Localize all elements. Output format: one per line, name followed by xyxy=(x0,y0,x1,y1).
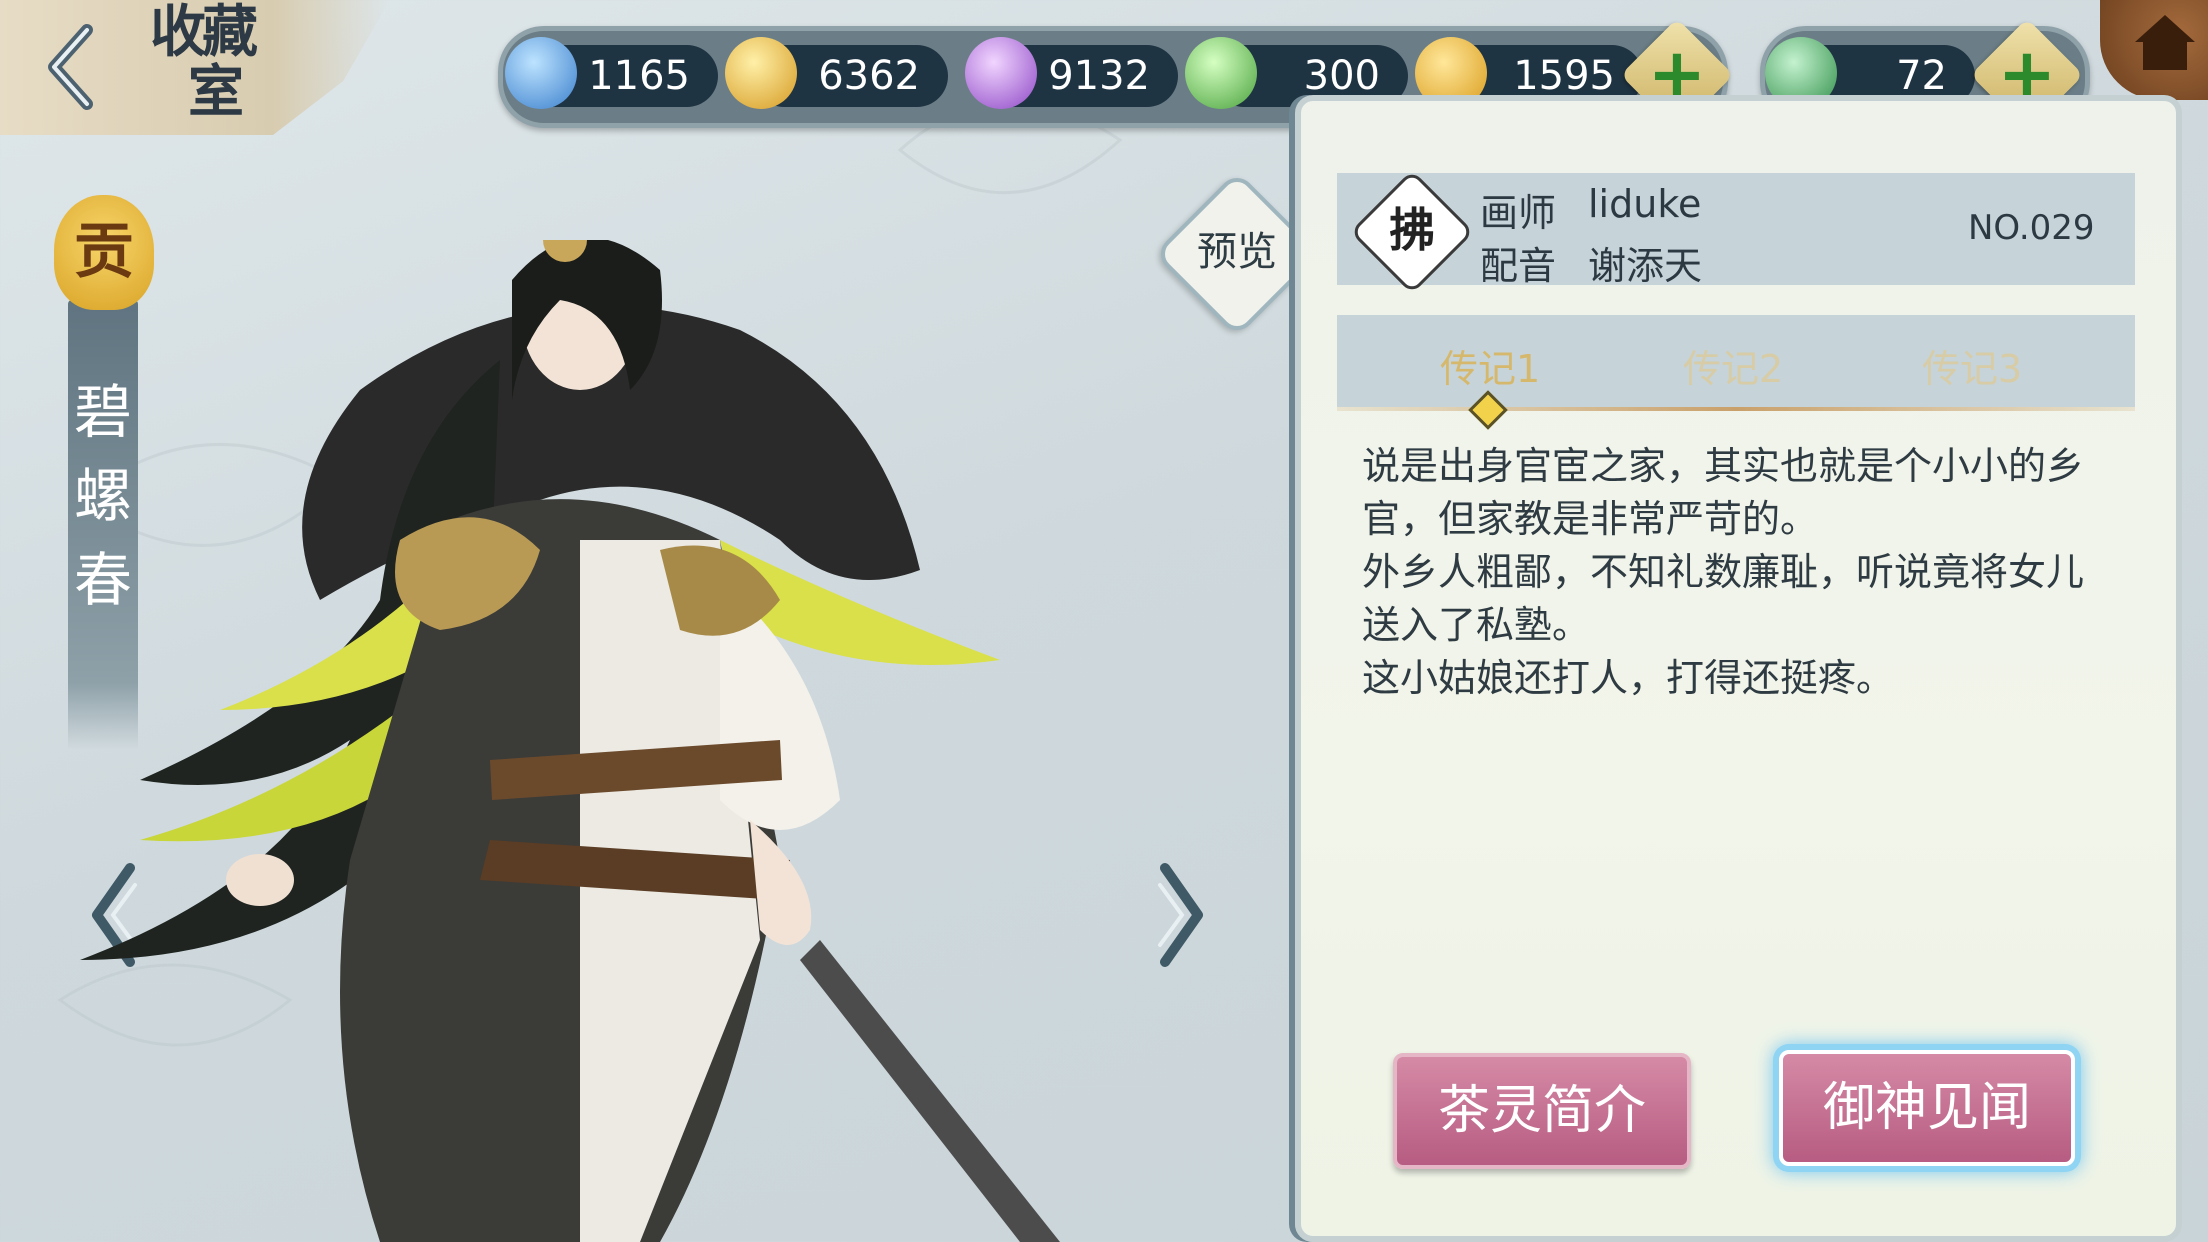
page-title: 收藏 室 xyxy=(150,2,290,132)
gold-coin-count: 6362 xyxy=(818,53,920,99)
tab-biography-2[interactable]: 传记2 xyxy=(1683,338,1783,393)
green-gem-icon xyxy=(1185,37,1257,109)
gold-leaf-count: 1595 xyxy=(1513,53,1615,99)
tab-biography-3[interactable]: 传记3 xyxy=(1922,338,2022,393)
artist-label: 画师 xyxy=(1480,191,1557,235)
blue-gem-count: 1165 xyxy=(588,53,690,99)
seal-char: 拂 xyxy=(1389,203,1435,257)
purple-gem-icon xyxy=(965,37,1037,109)
green-gem-count: 300 xyxy=(1303,53,1380,99)
story-line: 说是出身官宦之家，其实也就是个小小的乡 xyxy=(1362,444,2085,488)
tab-divider xyxy=(1337,407,2135,411)
green-swirl-count: 72 xyxy=(1896,53,1947,99)
character-number: NO.029 xyxy=(1968,208,2095,248)
story-line: 这小姑娘还打人，打得还挺疼。 xyxy=(1362,656,1895,700)
home-icon xyxy=(2135,15,2195,70)
tea-spirit-intro-button[interactable]: 茶灵简介 xyxy=(1393,1053,1691,1169)
voice-label: 配音 xyxy=(1480,244,1557,288)
character-illustration xyxy=(80,240,1060,1242)
voice-actor-name: 谢添天 xyxy=(1588,244,1703,288)
blue-gem-icon xyxy=(505,37,577,109)
page-title-line1: 收藏 xyxy=(150,0,258,65)
back-arrow-icon[interactable] xyxy=(42,22,102,112)
imperial-story-button[interactable]: 御神见闻 xyxy=(1779,1050,2075,1166)
tab-biography-1[interactable]: 传记1 xyxy=(1440,338,1540,393)
story-line: 送入了私塾。 xyxy=(1362,603,1591,647)
biography-text: 说是出身官宦之家，其实也就是个小小的乡 官，但家教是非常严苛的。 外乡人粗鄙，不… xyxy=(1362,440,2102,705)
gold-coin-icon xyxy=(725,37,797,109)
story-line: 外乡人粗鄙，不知礼数廉耻，听说竟将女儿 xyxy=(1362,550,2085,594)
preview-label: 预览 xyxy=(1197,229,1277,275)
story-line: 官，但家教是非常严苛的。 xyxy=(1362,497,1819,541)
purple-gem-count: 9132 xyxy=(1048,53,1150,99)
page-title-line2: 室 xyxy=(188,59,244,125)
artist-name: liduke xyxy=(1588,182,1702,226)
